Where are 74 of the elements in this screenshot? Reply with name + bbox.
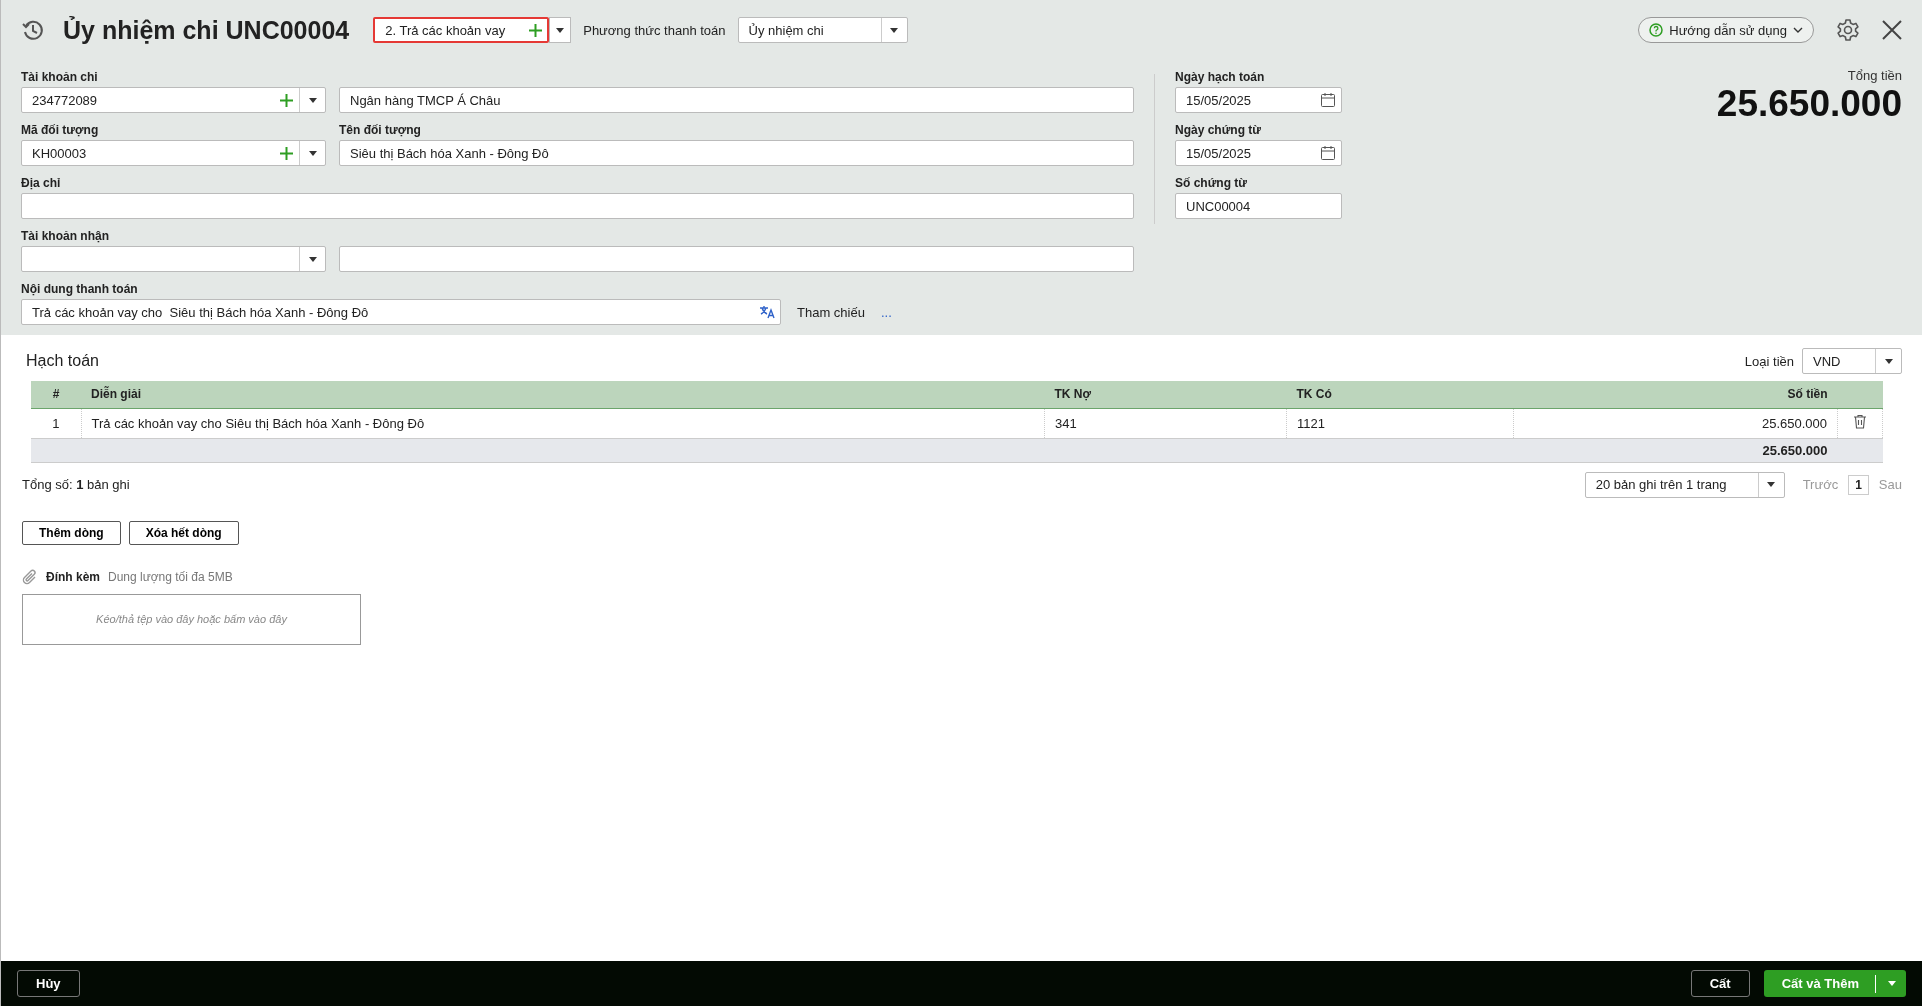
input-field[interactable]: Ngân hàng TMCP Á Châu bbox=[339, 87, 1134, 113]
calendar-icon[interactable] bbox=[1320, 92, 1336, 108]
reference-link[interactable]: Tham chiếu bbox=[797, 304, 865, 320]
window-title: Ủy nhiệm chi UNC00004 bbox=[63, 15, 350, 45]
caret-icon bbox=[308, 150, 317, 156]
cancel-button[interactable]: Hủy bbox=[17, 970, 80, 997]
field-label: Tài khoản chi bbox=[21, 70, 98, 84]
caret-icon bbox=[1888, 981, 1896, 986]
caret-icon bbox=[308, 97, 317, 103]
input-field[interactable] bbox=[339, 246, 1134, 272]
section-title: Hạch toán bbox=[26, 352, 99, 370]
help-button[interactable]: Hướng dẫn sử dụng bbox=[1638, 17, 1814, 43]
paperclip-icon bbox=[22, 568, 38, 586]
clear-rows-button[interactable]: Xóa hết dòng bbox=[128, 520, 239, 545]
field-label: Mã đối tượng bbox=[21, 123, 99, 137]
more-link[interactable]: ... bbox=[880, 304, 892, 320]
table-cell: Trả các khoản vay cho Siêu thị Bách hóa Xanh - Đông Đô bbox=[91, 415, 425, 431]
input-field[interactable]: UNC00004 bbox=[1175, 193, 1342, 219]
date-field[interactable]: 15/05/2025 bbox=[1175, 87, 1342, 113]
attachment-label: Đính kèm bbox=[46, 570, 100, 584]
field-label: Ngày hạch toán bbox=[1175, 70, 1265, 84]
save-button[interactable]: Cất bbox=[1690, 970, 1750, 997]
add-row-button[interactable]: Thêm dòng bbox=[22, 520, 121, 545]
add-icon[interactable] bbox=[279, 93, 293, 107]
page-number[interactable]: 1 bbox=[1848, 474, 1869, 495]
table-total: 25.650.000 bbox=[1762, 442, 1828, 458]
field-label: Ngày chứng từ bbox=[1175, 123, 1262, 137]
dropdown-toggle[interactable] bbox=[549, 17, 572, 43]
field-label: Địa chỉ bbox=[21, 176, 61, 190]
column-header: Số tiền bbox=[1787, 387, 1828, 402]
trash-icon[interactable] bbox=[1853, 414, 1867, 429]
date-field[interactable]: 15/05/2025 bbox=[1175, 140, 1342, 166]
field-label: Nội dung thanh toán bbox=[21, 282, 138, 296]
account-select[interactable]: 234772089 bbox=[21, 87, 326, 113]
caret-icon bbox=[1884, 358, 1893, 364]
add-icon[interactable] bbox=[279, 146, 293, 160]
total-label: Tổng tiền bbox=[1847, 68, 1902, 83]
method-select[interactable]: Ủy nhiệm chi bbox=[737, 17, 908, 43]
page-size-select[interactable]: 20 bản ghi trên 1 trang bbox=[1584, 471, 1785, 498]
column-header: TK Nợ bbox=[1054, 387, 1092, 402]
currency-select[interactable]: VND bbox=[1802, 348, 1902, 374]
purpose-select[interactable]: 2. Trả các khoản vay bbox=[373, 17, 550, 43]
close-icon[interactable] bbox=[1882, 20, 1902, 40]
column-header: TK Có bbox=[1296, 387, 1332, 402]
size-hint: Dung lượng tối đa 5MB bbox=[108, 570, 233, 584]
chevron-icon bbox=[1793, 27, 1803, 33]
field-label: Phương thức thanh toán bbox=[583, 22, 726, 38]
caret-icon bbox=[308, 256, 317, 262]
add-icon[interactable] bbox=[528, 23, 542, 37]
table-cell: 341 bbox=[1055, 415, 1077, 431]
input-field[interactable] bbox=[21, 193, 1134, 219]
settings-icon[interactable] bbox=[1836, 18, 1860, 42]
history-icon[interactable] bbox=[21, 18, 45, 42]
help-icon bbox=[1649, 23, 1664, 37]
field-label: Loại tiền bbox=[1744, 353, 1794, 369]
calendar-icon[interactable] bbox=[1320, 145, 1336, 161]
record-count: Tổng số: 1 bản ghi bbox=[22, 477, 130, 492]
caret-icon bbox=[556, 27, 565, 33]
table-cell: 1 bbox=[52, 415, 60, 431]
total-amount: 25.650.000 bbox=[1716, 83, 1902, 124]
input-field[interactable]: Siêu thị Bách hóa Xanh - Đông Đô bbox=[339, 140, 1134, 166]
drop-zone[interactable]: Kéo/thả tệp vào đây hoặc bấm vào đây bbox=[22, 593, 361, 645]
field-label: Tên đối tượng bbox=[339, 123, 421, 137]
content-field[interactable]: Trả các khoản vay cho Siêu thị Bách hóa Xanh - Đông Đô bbox=[21, 299, 781, 325]
table-cell: 25.650.000 bbox=[1761, 415, 1827, 431]
column-header: # bbox=[52, 387, 60, 402]
field-label: Số chứng từ bbox=[1175, 176, 1248, 190]
table-cell: 1121 bbox=[1297, 415, 1325, 431]
caret-icon bbox=[890, 27, 899, 33]
caret-icon bbox=[1767, 482, 1776, 487]
object-code-select[interactable]: KH00003 bbox=[21, 140, 326, 166]
translate-icon[interactable] bbox=[759, 305, 775, 319]
field-label: Tài khoản nhận bbox=[21, 229, 109, 243]
column-header: Diễn giải bbox=[91, 387, 141, 402]
